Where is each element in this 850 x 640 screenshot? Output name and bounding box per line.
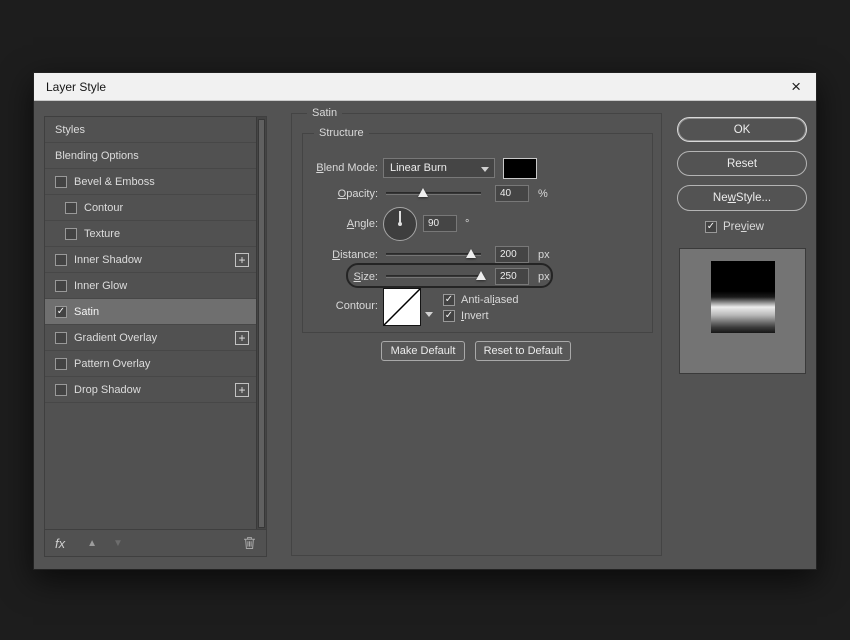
sidebar-item-label: Styles: [55, 124, 85, 136]
sidebar-item-inner-shadow[interactable]: Inner Shadow +: [45, 247, 266, 273]
sidebar-item-satin[interactable]: Satin: [45, 299, 266, 325]
effects-list: Styles Blending Options Bevel & Emboss C…: [45, 117, 266, 530]
effect-checkbox[interactable]: [55, 384, 67, 396]
contour-dropdown-icon[interactable]: [425, 312, 433, 317]
effect-checkbox[interactable]: [55, 176, 67, 188]
effects-sidebar: Styles Blending Options Bevel & Emboss C…: [44, 116, 267, 557]
effect-checkbox[interactable]: [65, 202, 77, 214]
blend-mode-value: Linear Burn: [390, 162, 447, 174]
sidebar-item-label: Bevel & Emboss: [74, 176, 155, 188]
angle-unit: °: [465, 218, 469, 230]
chevron-down-icon: [481, 167, 489, 172]
sidebar-item-label: Texture: [84, 228, 120, 240]
structure-group: Structure Blend Mode: Linear Burn Opacit…: [302, 133, 653, 333]
ok-button[interactable]: OK: [677, 117, 807, 142]
invert-label: Invert: [461, 310, 489, 322]
close-icon[interactable]: ×: [788, 78, 804, 95]
sidebar-item-texture[interactable]: Texture: [45, 221, 266, 247]
size-slider[interactable]: [386, 272, 481, 282]
add-effect-instance-icon[interactable]: +: [235, 383, 249, 397]
dialog-titlebar: Layer Style ×: [34, 73, 816, 101]
scrollbar-thumb[interactable]: [258, 119, 265, 528]
move-effect-down-icon[interactable]: ▼: [113, 538, 123, 549]
slider-track: [386, 192, 481, 195]
slider-thumb[interactable]: [476, 271, 486, 280]
structure-group-title: Structure: [314, 127, 369, 139]
sidebar-item-blending-options[interactable]: Blending Options: [45, 143, 266, 169]
blend-color-swatch[interactable]: [503, 158, 537, 179]
sidebar-item-inner-glow[interactable]: Inner Glow: [45, 273, 266, 299]
opacity-slider[interactable]: [386, 189, 481, 199]
blend-mode-label: Blend Mode:: [305, 162, 378, 174]
effect-preview-well: [679, 248, 806, 374]
preview-label: Preview: [723, 221, 764, 233]
effect-checkbox[interactable]: [55, 280, 67, 292]
effect-checkbox[interactable]: [55, 332, 67, 344]
effect-checkbox[interactable]: [65, 228, 77, 240]
sidebar-item-gradient-overlay[interactable]: Gradient Overlay +: [45, 325, 266, 351]
size-label: Size:: [305, 271, 378, 283]
angle-label: Angle:: [305, 218, 378, 230]
angle-center-dot: [398, 222, 402, 226]
effect-checkbox[interactable]: [55, 306, 67, 318]
distance-slider[interactable]: [386, 250, 481, 260]
distance-unit: px: [538, 249, 550, 261]
dialog-title: Layer Style: [46, 80, 106, 94]
slider-thumb[interactable]: [466, 249, 476, 258]
effect-checkbox[interactable]: [55, 254, 67, 266]
sidebar-item-label: Blending Options: [55, 150, 139, 162]
sidebar-item-label: Inner Glow: [74, 280, 127, 292]
sidebar-item-pattern-overlay[interactable]: Pattern Overlay: [45, 351, 266, 377]
sidebar-item-label: Inner Shadow: [74, 254, 142, 266]
dialog-body: Styles Blending Options Bevel & Emboss C…: [34, 101, 816, 569]
opacity-label: Opacity:: [305, 188, 378, 200]
contour-curve-icon: [384, 289, 420, 325]
layer-style-dialog: Layer Style × Styles Blending Options Be…: [33, 72, 817, 570]
size-input[interactable]: 250: [495, 268, 529, 285]
anti-aliased-label: Anti-aliased: [461, 294, 519, 306]
preview-checkbox[interactable]: [705, 221, 717, 233]
preview-toggle: Preview: [705, 221, 764, 233]
satin-effect-preview: [711, 261, 775, 333]
panel-title: Satin: [307, 107, 342, 119]
make-default-button[interactable]: Make Default: [381, 341, 465, 361]
sidebar-footer: fx ▲ ▼: [45, 530, 266, 556]
sidebar-item-styles[interactable]: Styles: [45, 117, 266, 143]
sidebar-scrollbar[interactable]: [256, 117, 266, 530]
contour-picker[interactable]: [383, 288, 421, 326]
trash-icon: [243, 536, 256, 550]
angle-input[interactable]: 90: [423, 215, 457, 232]
anti-aliased-checkbox[interactable]: [443, 294, 455, 306]
fx-menu-button[interactable]: fx: [55, 536, 65, 551]
effect-checkbox[interactable]: [55, 358, 67, 370]
sidebar-item-label: Satin: [74, 306, 99, 318]
blend-mode-dropdown[interactable]: Linear Burn: [383, 158, 495, 178]
delete-effect-button[interactable]: [243, 536, 256, 550]
desktop-background: Layer Style × Styles Blending Options Be…: [0, 0, 850, 640]
size-unit: px: [538, 271, 550, 283]
move-effect-up-icon[interactable]: ▲: [87, 538, 97, 549]
sidebar-item-label: Gradient Overlay: [74, 332, 157, 344]
reset-button[interactable]: Reset: [677, 151, 807, 176]
sidebar-item-label: Pattern Overlay: [74, 358, 150, 370]
opacity-unit: %: [538, 188, 548, 200]
invert-checkbox[interactable]: [443, 310, 455, 322]
add-effect-instance-icon[interactable]: +: [235, 253, 249, 267]
reset-to-default-button[interactable]: Reset to Default: [475, 341, 571, 361]
angle-dial[interactable]: [383, 207, 417, 241]
distance-input[interactable]: 200: [495, 246, 529, 263]
sidebar-item-bevel-emboss[interactable]: Bevel & Emboss: [45, 169, 266, 195]
sidebar-item-drop-shadow[interactable]: Drop Shadow +: [45, 377, 266, 403]
add-effect-instance-icon[interactable]: +: [235, 331, 249, 345]
slider-track: [386, 275, 481, 278]
contour-label: Contour:: [305, 300, 378, 312]
sidebar-item-label: Contour: [84, 202, 123, 214]
sidebar-item-contour[interactable]: Contour: [45, 195, 266, 221]
new-style-button[interactable]: New Style...: [677, 185, 807, 211]
sidebar-item-label: Drop Shadow: [74, 384, 141, 396]
satin-panel: Satin Structure Blend Mode: Linear Burn …: [291, 113, 662, 556]
slider-thumb[interactable]: [418, 188, 428, 197]
opacity-input[interactable]: 40: [495, 185, 529, 202]
distance-label: Distance:: [305, 249, 378, 261]
